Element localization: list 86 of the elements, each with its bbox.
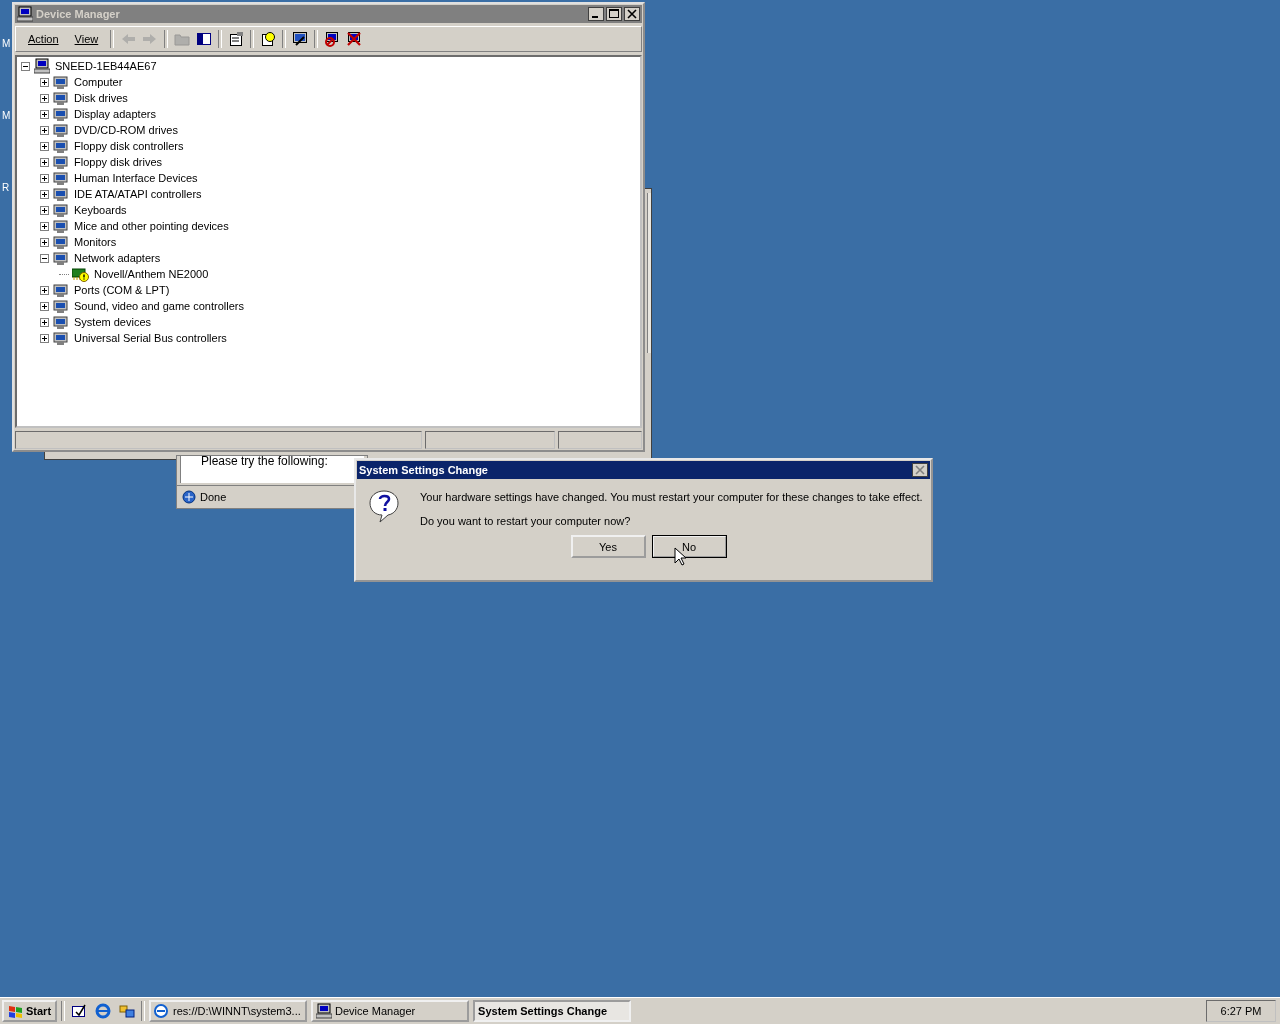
disable-icon[interactable] bbox=[324, 31, 341, 47]
page-text: Please try the following: bbox=[201, 456, 328, 468]
collapse-icon[interactable] bbox=[21, 61, 30, 71]
device-icon bbox=[53, 106, 69, 122]
expand-icon[interactable] bbox=[40, 333, 49, 343]
device-icon bbox=[53, 218, 69, 234]
tree-item[interactable]: Keyboards bbox=[72, 204, 129, 216]
device-icon bbox=[53, 90, 69, 106]
globe-icon bbox=[182, 490, 196, 505]
window-title: Device Manager bbox=[36, 8, 121, 20]
device-icon bbox=[53, 202, 69, 218]
tree-item[interactable]: Human Interface Devices bbox=[72, 172, 200, 184]
device-icon bbox=[53, 330, 69, 346]
expand-icon[interactable] bbox=[40, 141, 49, 151]
taskbar-button[interactable]: System Settings Change bbox=[473, 1000, 632, 1022]
tree-item[interactable]: DVD/CD-ROM drives bbox=[72, 124, 180, 136]
start-button[interactable]: Start bbox=[2, 1000, 58, 1022]
device-icon bbox=[53, 314, 69, 330]
device-icon bbox=[53, 282, 69, 298]
expand-icon[interactable] bbox=[40, 77, 49, 87]
browser-icon bbox=[154, 1003, 171, 1019]
menu-item[interactable]: View bbox=[74, 33, 99, 45]
expand-icon[interactable] bbox=[40, 205, 49, 215]
tree-item[interactable]: Universal Serial Bus controllers bbox=[72, 332, 229, 344]
expand-icon[interactable] bbox=[40, 301, 49, 311]
status-text: Done bbox=[200, 491, 227, 504]
properties-icon[interactable] bbox=[228, 31, 245, 47]
dialog-title: System Settings Change bbox=[359, 464, 488, 476]
uninstall-icon[interactable] bbox=[346, 31, 363, 47]
expand-icon[interactable] bbox=[40, 125, 49, 135]
question-icon bbox=[368, 489, 400, 523]
expand-icon[interactable] bbox=[40, 237, 49, 247]
tree-item[interactable]: Display adapters bbox=[72, 108, 158, 120]
close-button[interactable] bbox=[624, 7, 640, 21]
device-icon bbox=[53, 170, 69, 186]
device-icon bbox=[53, 234, 69, 250]
expand-icon[interactable] bbox=[40, 221, 49, 231]
device-icon bbox=[53, 122, 69, 138]
device-icon bbox=[53, 250, 69, 266]
expand-icon[interactable] bbox=[40, 93, 49, 103]
expand-icon[interactable] bbox=[40, 109, 49, 119]
expand-icon[interactable] bbox=[40, 173, 49, 183]
dialog-button[interactable]: No bbox=[651, 535, 727, 558]
tree-item[interactable]: Disk drives bbox=[72, 92, 130, 104]
computer-icon bbox=[316, 1003, 333, 1019]
minimize-button[interactable] bbox=[588, 7, 604, 21]
close-button[interactable] bbox=[912, 463, 928, 477]
tree-item[interactable]: Novell/Anthem NE2000 bbox=[92, 268, 211, 280]
browser-icon[interactable] bbox=[95, 1003, 112, 1019]
windows-logo-icon bbox=[8, 1004, 24, 1018]
desktop-icon-label[interactable]: R bbox=[2, 182, 11, 193]
tree-item[interactable]: SNEED-1EB44AE67 bbox=[53, 60, 159, 72]
desktop-icon-label[interactable]: M bbox=[2, 38, 11, 49]
menu-item[interactable]: Action bbox=[28, 33, 59, 45]
expand-icon[interactable] bbox=[40, 189, 49, 199]
computer-icon bbox=[34, 58, 50, 74]
dialog-message: Your hardware settings have changed. You must restart your computer for these changes to take effect. bbox=[420, 491, 923, 503]
computer-icon bbox=[17, 6, 33, 22]
tree-item[interactable]: Monitors bbox=[72, 236, 119, 248]
panel-icon[interactable] bbox=[196, 31, 213, 47]
tree-item[interactable]: Floppy disk drives bbox=[72, 156, 165, 168]
tree-item[interactable]: Mice and other pointing devices bbox=[72, 220, 231, 232]
expand-icon[interactable] bbox=[40, 157, 49, 167]
desktop-icon-label[interactable]: M bbox=[2, 110, 11, 121]
clock: 6:27 PM bbox=[1206, 1000, 1276, 1022]
device-icon bbox=[53, 154, 69, 170]
tree-item[interactable]: Computer bbox=[72, 76, 125, 88]
tree-item[interactable]: Network adapters bbox=[72, 252, 163, 264]
tree-item[interactable]: Ports (COM & LPT) bbox=[72, 284, 172, 296]
tree-item[interactable]: Floppy disk controllers bbox=[72, 140, 186, 152]
tree-item[interactable]: Sound, video and game controllers bbox=[72, 300, 246, 312]
scrollbar[interactable] bbox=[647, 193, 651, 353]
device-icon bbox=[53, 298, 69, 314]
device-icon bbox=[53, 186, 69, 202]
collapse-icon[interactable] bbox=[40, 253, 49, 263]
expand-icon[interactable] bbox=[40, 285, 49, 295]
device-icon bbox=[53, 74, 69, 90]
dialog-question: Do you want to restart your computer now? bbox=[420, 515, 632, 527]
device-icon bbox=[53, 138, 69, 154]
expand-icon[interactable] bbox=[40, 317, 49, 327]
taskbar-button[interactable]: Device Manager bbox=[311, 1000, 470, 1022]
taskbar-button[interactable]: res://D:\WINNT\system3... bbox=[149, 1000, 308, 1022]
maximize-button[interactable] bbox=[606, 7, 622, 21]
tree-item[interactable]: IDE ATA/ATAPI controllers bbox=[72, 188, 204, 200]
dialog-button[interactable]: Yes bbox=[570, 535, 646, 558]
tree-item[interactable]: System devices bbox=[72, 316, 154, 328]
